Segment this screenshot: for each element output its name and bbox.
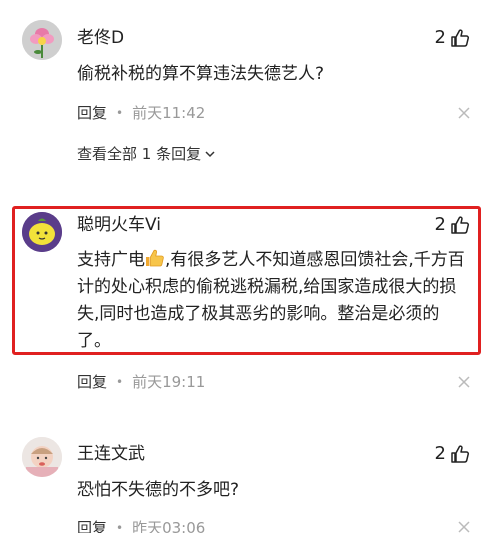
- username[interactable]: 老佟D: [77, 27, 124, 49]
- comment-meta: 回复 • 前天19:11: [77, 372, 205, 392]
- like-count: 2: [434, 214, 446, 235]
- reply-button[interactable]: 回复: [77, 372, 107, 392]
- username[interactable]: 王连文武: [77, 443, 145, 465]
- reply-button[interactable]: 回复: [77, 518, 107, 533]
- reply-button[interactable]: 回复: [77, 103, 107, 123]
- comment-meta: 回复 • 昨天03:06: [77, 518, 205, 533]
- timestamp: 前天11:42: [132, 104, 206, 122]
- comment-meta: 回复 • 前天11:42: [77, 103, 205, 123]
- separator-dot: •: [116, 375, 124, 389]
- comment-text-part: 支持广电: [77, 250, 145, 270]
- thumbs-up-icon: [451, 29, 470, 47]
- avatar[interactable]: [22, 437, 62, 477]
- comment-text: 恐怕不失德的不多吧?: [77, 480, 240, 500]
- thumbs-up-icon: [451, 445, 470, 463]
- close-icon[interactable]: [458, 376, 470, 388]
- timestamp: 昨天03:06: [132, 519, 206, 533]
- like-button[interactable]: 2: [435, 27, 470, 49]
- close-icon[interactable]: [458, 107, 470, 119]
- separator-dot: •: [116, 106, 124, 120]
- like-count: 2: [434, 27, 446, 48]
- like-count: 2: [434, 443, 446, 464]
- like-button[interactable]: 2: [435, 443, 470, 465]
- close-icon[interactable]: [458, 521, 470, 533]
- username[interactable]: 聪明火车Vi: [77, 214, 161, 236]
- timestamp: 前天19:11: [132, 373, 206, 391]
- chevron-down-icon: [205, 151, 215, 158]
- comment-text: 支持广电 ,有很多艺人不知道感恩回馈社会,千方百计的处心积虑的偷税逃税漏税,给国家…: [77, 247, 472, 355]
- avatar[interactable]: [22, 212, 62, 252]
- avatar-flower-image: [22, 20, 62, 60]
- view-replies-label: 查看全部 1 条回复: [77, 145, 202, 163]
- separator-dot: •: [116, 521, 124, 533]
- avatar-baby-image: [22, 437, 62, 477]
- thumbs-up-icon: [451, 216, 470, 234]
- comment-text: 偷税补税的算不算违法失德艺人?: [77, 64, 325, 84]
- view-replies-link[interactable]: 查看全部 1 条回复: [77, 144, 216, 164]
- avatar-lemon-image: [22, 212, 62, 252]
- thumbs-up-emoji: [146, 249, 164, 267]
- like-button[interactable]: 2: [435, 214, 470, 236]
- avatar[interactable]: [22, 20, 62, 60]
